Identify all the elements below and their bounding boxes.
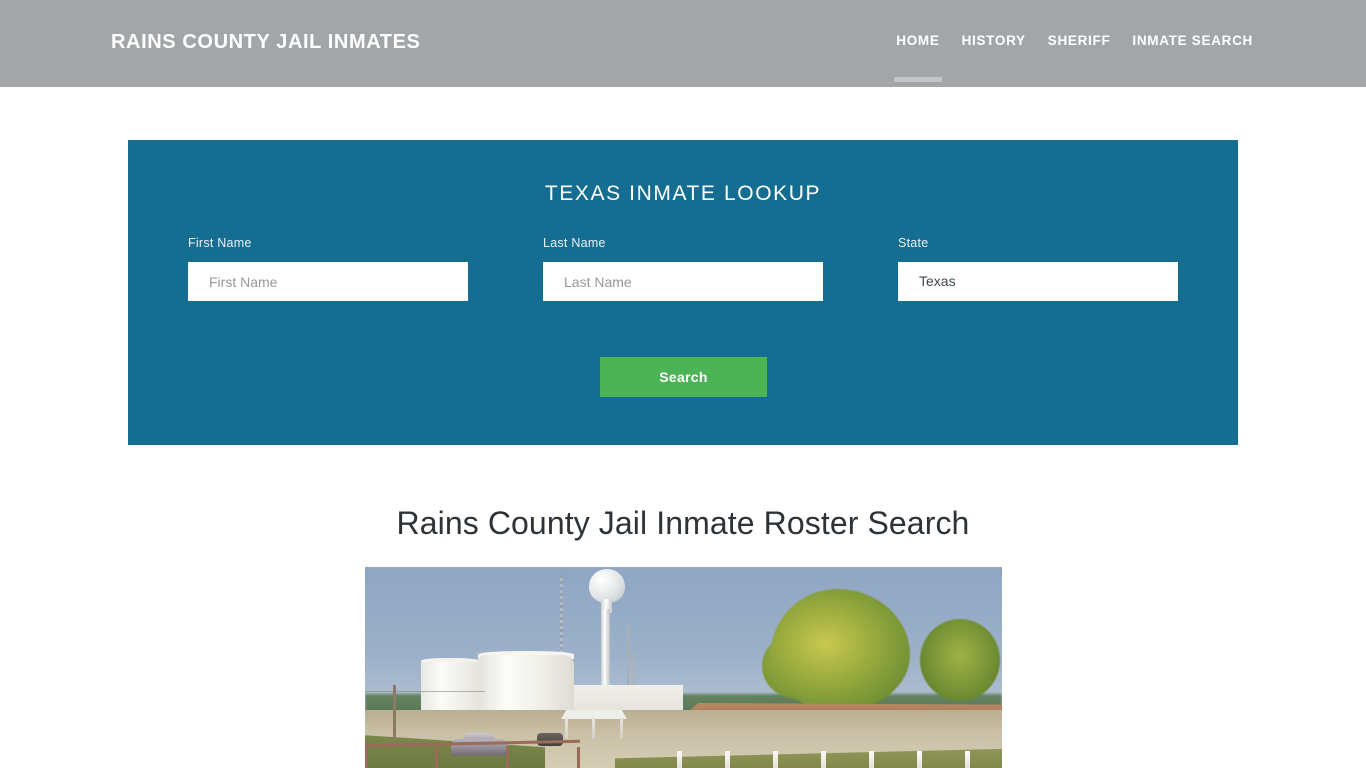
nav-item-inmate-search-label: INMATE SEARCH — [1132, 33, 1253, 48]
last-name-label: Last Name — [543, 236, 606, 250]
state-select[interactable]: Texas — [898, 262, 1178, 301]
search-button[interactable]: Search — [600, 357, 767, 397]
first-name-input[interactable] — [188, 262, 468, 301]
photo-guardrail-post — [506, 746, 509, 768]
photo-power-line — [365, 691, 485, 692]
last-name-field-group: Last Name — [543, 236, 823, 301]
state-field-group: State Texas — [898, 236, 1178, 301]
photo-carport-legs — [565, 717, 623, 739]
nav-item-inmate-search[interactable]: INMATE SEARCH — [1132, 33, 1253, 50]
photo-guardrail-post — [577, 747, 580, 768]
photo-porch-posts — [677, 751, 993, 768]
state-label: State — [898, 236, 929, 250]
first-name-label: First Name — [188, 236, 252, 250]
photo-water-tower-bowl — [589, 569, 625, 603]
nav-item-home[interactable]: HOME — [893, 33, 942, 82]
photo-guardrail-bar — [365, 739, 581, 748]
last-name-input[interactable] — [543, 262, 823, 301]
site-brand[interactable]: RAINS COUNTY JAIL INMATES — [111, 31, 420, 54]
facility-photo — [365, 567, 1002, 768]
main-navigation: HOME HISTORY SHERIFF INMATE SEARCH — [893, 33, 1253, 82]
lookup-title: TEXAS INMATE LOOKUP — [544, 182, 822, 205]
inmate-lookup-panel: TEXAS INMATE LOOKUP First Name Last Name… — [128, 140, 1238, 445]
photo-guardrail-post — [365, 742, 368, 768]
page-title: Rains County Jail Inmate Roster Search — [396, 505, 970, 541]
photo-guardrail — [365, 738, 581, 768]
nav-item-history[interactable]: HISTORY — [962, 33, 1026, 50]
nav-item-sheriff-label: SHERIFF — [1047, 33, 1111, 48]
photo-power-pole — [393, 685, 396, 741]
nav-active-indicator — [893, 77, 942, 82]
photo-guardrail-post — [435, 744, 438, 768]
nav-item-history-label: HISTORY — [961, 33, 1026, 48]
photo-tree-far — [920, 619, 1000, 701]
nav-item-home-label: HOME — [896, 33, 940, 48]
site-header: RAINS COUNTY JAIL INMATES HOME HISTORY S… — [0, 0, 1366, 87]
first-name-field-group: First Name — [188, 236, 468, 301]
nav-item-sheriff[interactable]: SHERIFF — [1048, 33, 1111, 50]
